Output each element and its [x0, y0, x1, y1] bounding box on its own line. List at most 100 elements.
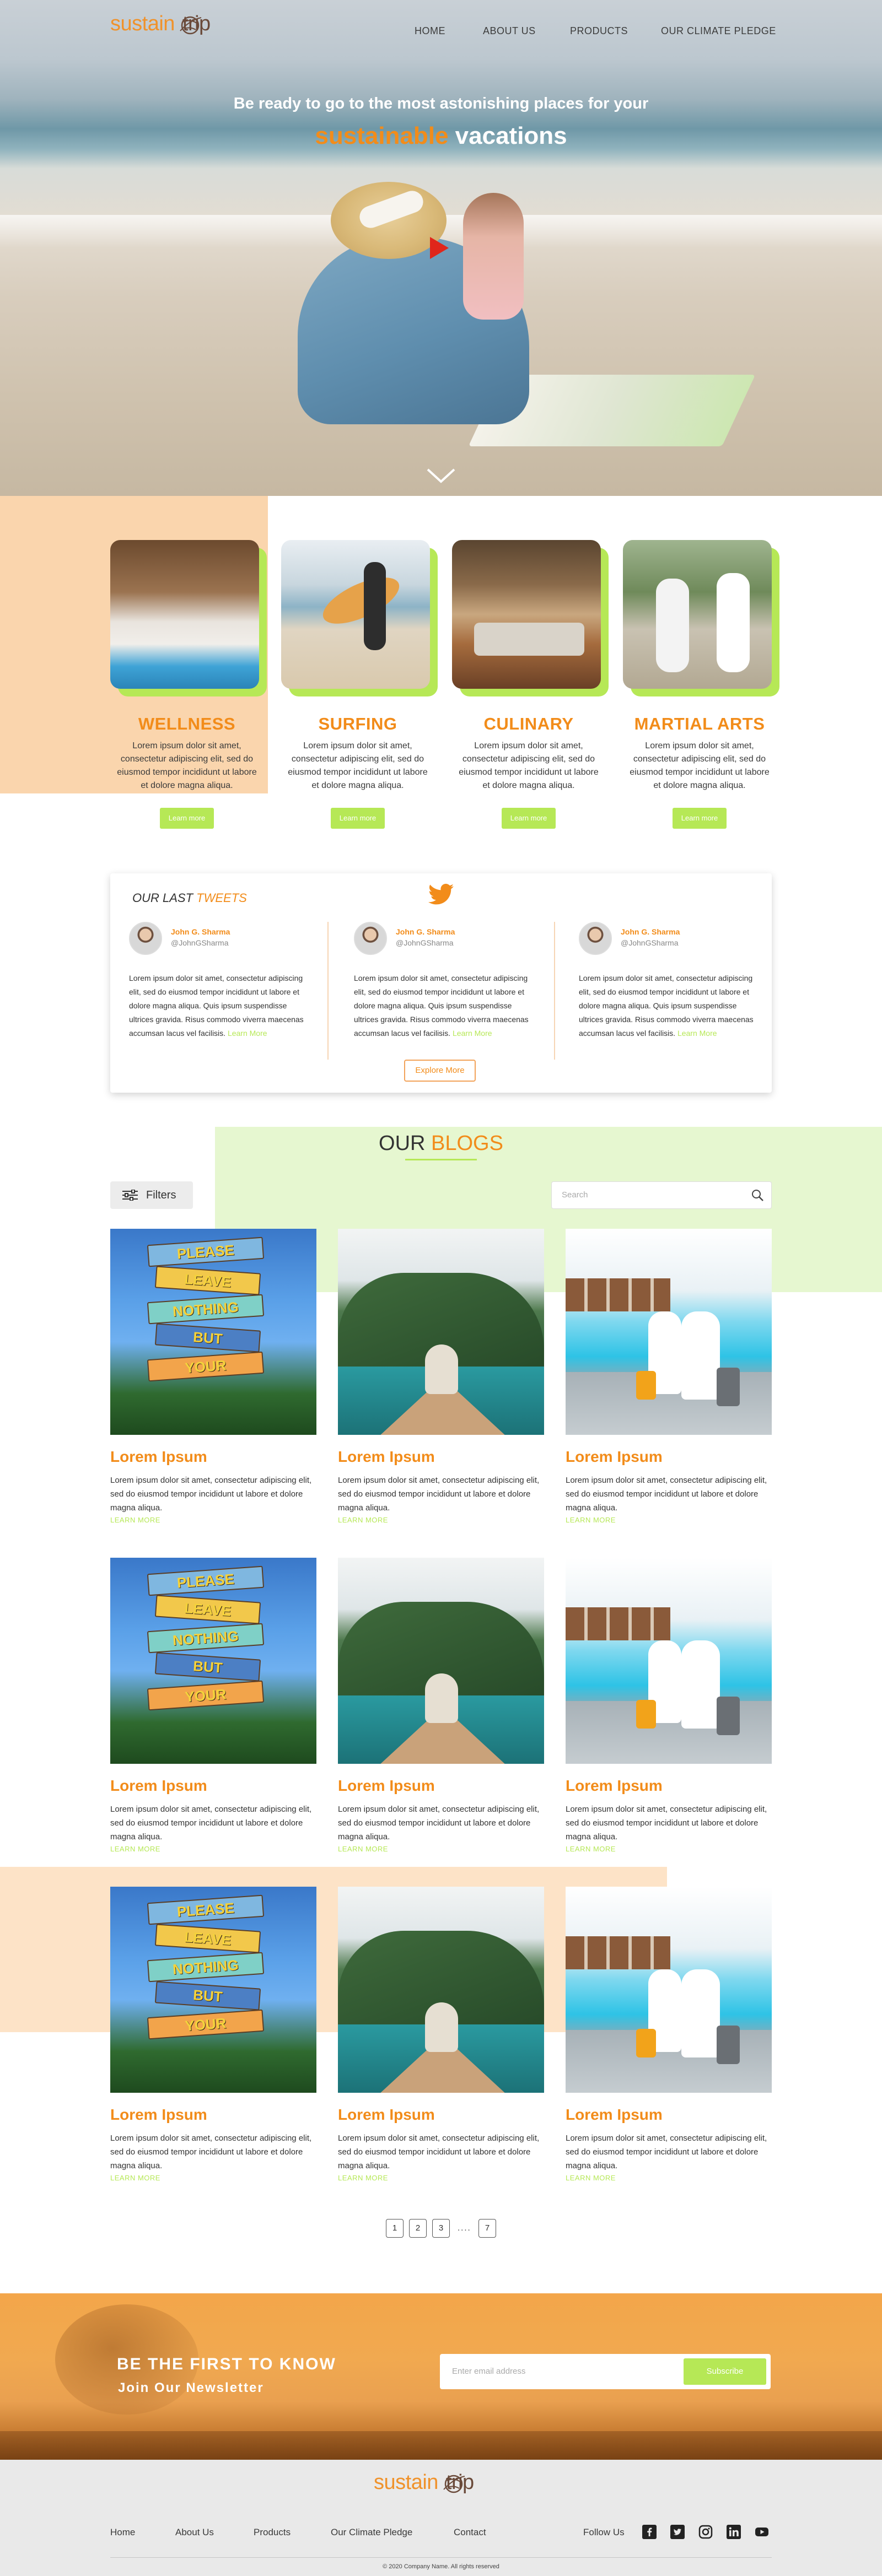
signpost-image[interactable]: PLEASE LEAVE NOTHING BUT YOUR — [110, 1558, 316, 1764]
blog-card[interactable]: Lorem Ipsum Lorem ipsum dolor sit amet, c… — [338, 1887, 544, 2182]
sign-board: NOTHING — [147, 1623, 265, 1654]
footer: sustain trip Home About Us Products Our C… — [0, 2460, 882, 2576]
avatar — [129, 922, 162, 955]
blog-card-title[interactable]: Lorem Ipsum — [566, 1448, 772, 1466]
pier-image[interactable] — [566, 1558, 772, 1764]
tweets-panel: OUR LAST TWEETS John G. Sharma @JohnGSha… — [110, 873, 772, 1093]
linkedin-icon[interactable] — [727, 2525, 741, 2539]
suitcase — [636, 2029, 656, 2057]
newsletter-subtitle: Join Our Newsletter — [118, 2380, 264, 2395]
blog-card-title[interactable]: Lorem Ipsum — [566, 1777, 772, 1795]
page-7-button[interactable]: 7 — [478, 2219, 496, 2238]
nav-products[interactable]: PRODUCTS — [570, 25, 628, 37]
blog-card-title[interactable]: Lorem Ipsum — [338, 1448, 544, 1466]
blog-card-title[interactable]: Lorem Ipsum — [338, 1777, 544, 1795]
learn-more-button[interactable]: Learn more — [673, 808, 727, 829]
category-text: Lorem ipsum dolor sit amet, consectetur … — [288, 741, 428, 790]
blog-card-title[interactable]: Lorem Ipsum — [110, 2106, 316, 2124]
blog-card[interactable]: Lorem Ipsum Lorem ipsum dolor sit amet, c… — [338, 1229, 544, 1524]
sign-board: BUT — [154, 1652, 261, 1682]
tweet-author[interactable]: John G. Sharma — [621, 927, 680, 936]
learn-more-button[interactable]: Learn more — [331, 808, 385, 829]
nav-home[interactable]: HOME — [415, 25, 445, 37]
blog-learn-more-link[interactable]: LEARN MORE — [338, 1516, 544, 1524]
explore-more-button[interactable]: Explore More — [404, 1060, 476, 1082]
blog-learn-more-link[interactable]: LEARN MORE — [566, 2174, 772, 2182]
blog-card[interactable]: Lorem Ipsum Lorem ipsum dolor sit amet, c… — [566, 1558, 772, 1853]
signpost-image[interactable]: PLEASE LEAVE NOTHING BUT YOUR — [110, 1887, 316, 2093]
blog-card[interactable]: Lorem Ipsum Lorem ipsum dolor sit amet, c… — [566, 1229, 772, 1524]
nav-climate-pledge[interactable]: OUR CLIMATE PLEDGE — [661, 25, 776, 37]
sign-board: NOTHING — [147, 1294, 265, 1325]
blog-card-title[interactable]: Lorem Ipsum — [338, 2106, 544, 2124]
twitter-icon[interactable] — [670, 2525, 685, 2539]
footer-link-contact[interactable]: Contact — [454, 2527, 486, 2538]
blog-card[interactable]: Lorem Ipsum Lorem ipsum dolor sit amet, c… — [338, 1558, 544, 1853]
category-text: Lorem ipsum dolor sit amet, consectetur … — [459, 741, 599, 790]
subscribe-button[interactable]: Subscribe — [684, 2358, 766, 2385]
tweet-learn-more-link[interactable]: Learn More — [677, 1029, 717, 1038]
newsletter-title: BE THE FIRST TO KNOW — [117, 2355, 336, 2373]
blog-learn-more-link[interactable]: LEARN MORE — [110, 1516, 316, 1524]
traveler — [681, 1311, 720, 1400]
sign-board: PLEASE — [147, 1236, 265, 1267]
blog-card-title[interactable]: Lorem Ipsum — [110, 1777, 316, 1795]
learn-more-button[interactable]: Learn more — [160, 808, 214, 829]
facebook-icon[interactable] — [642, 2525, 657, 2539]
twitter-icon[interactable] — [428, 883, 454, 905]
blog-card-title[interactable]: Lorem Ipsum — [566, 2106, 772, 2124]
blog-card[interactable]: PLEASE LEAVE NOTHING BUT YOUR Lorem Ipsum Lore… — [110, 1229, 316, 1524]
play-icon[interactable] — [430, 237, 449, 259]
search-icon[interactable] — [751, 1189, 763, 1201]
nav-about-us[interactable]: ABOUT US — [483, 25, 536, 37]
boat-image[interactable] — [338, 1558, 544, 1764]
sign-board: YOUR — [147, 1680, 265, 1711]
blog-card[interactable]: PLEASE LEAVE NOTHING BUT YOUR Lorem Ipsum Lore… — [110, 1558, 316, 1853]
boat-image[interactable] — [338, 1229, 544, 1435]
hero-subtitle: sustainable vacations — [0, 122, 882, 150]
tweet-text: Lorem ipsum dolor sit amet, consectetur … — [129, 974, 304, 1038]
chevron-down-icon[interactable] — [426, 467, 456, 484]
blog-learn-more-link[interactable]: LEARN MORE — [110, 2174, 316, 2182]
boat-image[interactable] — [338, 1887, 544, 2093]
blog-learn-more-link[interactable]: LEARN MORE — [566, 1516, 772, 1524]
blog-card[interactable]: Lorem Ipsum Lorem ipsum dolor sit amet, c… — [566, 1887, 772, 2182]
footer-link-home[interactable]: Home — [110, 2527, 135, 2538]
blog-learn-more-link[interactable]: LEARN MORE — [338, 2174, 544, 2182]
logo[interactable]: sustain trip — [110, 12, 211, 51]
tweet-author[interactable]: John G. Sharma — [171, 927, 230, 936]
footer-logo[interactable]: sustain trip — [374, 2471, 474, 2509]
footer-link-products[interactable]: Products — [254, 2527, 291, 2538]
signpost-image[interactable]: PLEASE LEAVE NOTHING BUT YOUR — [110, 1229, 316, 1435]
sign-board: YOUR — [147, 1351, 265, 1382]
page-1-button[interactable]: 1 — [386, 2219, 404, 2238]
blog-learn-more-link[interactable]: LEARN MORE — [110, 1845, 316, 1853]
blog-learn-more-link[interactable]: LEARN MORE — [338, 1845, 544, 1853]
sign-board: YOUR — [147, 2009, 265, 2040]
page-2-button[interactable]: 2 — [409, 2219, 427, 2238]
youtube-icon[interactable] — [755, 2525, 769, 2539]
email-field[interactable]: Enter email address — [452, 2354, 525, 2389]
category-text: Lorem ipsum dolor sit amet, consectetur … — [117, 741, 257, 790]
search-input[interactable]: Search — [551, 1181, 772, 1209]
filters-button[interactable]: Filters — [110, 1181, 193, 1209]
blog-learn-more-link[interactable]: LEARN MORE — [566, 1845, 772, 1853]
learn-more-button[interactable]: Learn more — [502, 808, 556, 829]
villas — [566, 1278, 670, 1311]
sign-board: NOTHING — [147, 1952, 265, 1983]
blog-card-title[interactable]: Lorem Ipsum — [110, 1448, 316, 1466]
footer-link-about-us[interactable]: About Us — [175, 2527, 214, 2538]
page-3-button[interactable]: 3 — [432, 2219, 450, 2238]
tweet-author[interactable]: John G. Sharma — [396, 927, 455, 936]
tweet-handle: @JohnGSharma — [171, 938, 229, 947]
pier-image[interactable] — [566, 1229, 772, 1435]
instagram-icon[interactable] — [698, 2525, 713, 2539]
search-placeholder: Search — [562, 1190, 588, 1200]
pier-image[interactable] — [566, 1887, 772, 2093]
blog-card-text: Lorem ipsum dolor sit amet, consectetur … — [338, 1805, 540, 1841]
newsletter-form: Enter email address Subscribe — [440, 2354, 771, 2389]
footer-link-climate-pledge[interactable]: Our Climate Pledge — [331, 2527, 412, 2538]
tweet-learn-more-link[interactable]: Learn More — [228, 1029, 267, 1038]
tweet-learn-more-link[interactable]: Learn More — [453, 1029, 492, 1038]
blog-card[interactable]: PLEASE LEAVE NOTHING BUT YOUR Lorem Ipsum Lore… — [110, 1887, 316, 2182]
